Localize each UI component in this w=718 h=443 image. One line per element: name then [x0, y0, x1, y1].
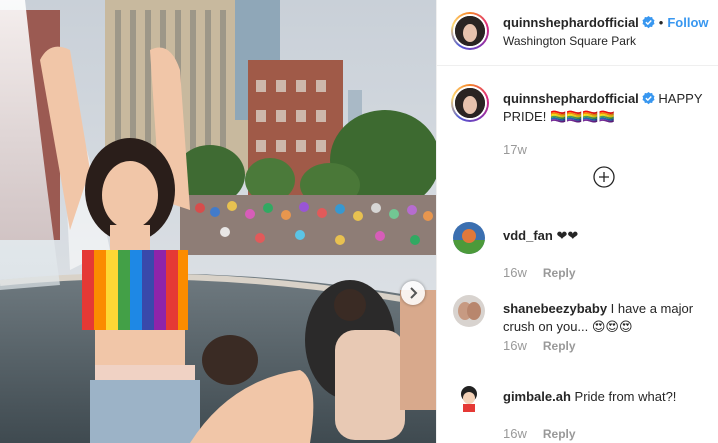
avatar-image-graphic — [453, 295, 485, 327]
follow-button[interactable]: Follow — [667, 15, 708, 30]
comment-text: Pride from what?! — [574, 389, 677, 404]
avatar-face-graphic — [455, 88, 485, 118]
comment-text-block: gimbale.ah Pride from what?! — [503, 388, 713, 406]
verified-badge-icon — [642, 16, 655, 29]
commenter-avatar[interactable] — [453, 295, 485, 327]
comment-timestamp[interactable]: 16w — [503, 426, 527, 441]
caption-username[interactable]: quinnshephardofficial — [503, 91, 639, 106]
caption-text-block: quinnshephardofficial HAPPY PRIDE! 🏳️‍🌈🏳… — [503, 90, 713, 126]
post-side-panel: quinnshephardofficial • Follow Washington … — [436, 0, 718, 443]
comment-meta: 16w Reply — [503, 337, 576, 355]
photo-illustration — [0, 0, 436, 443]
reply-button[interactable]: Reply — [543, 339, 576, 353]
comment-username[interactable]: vdd_fan — [503, 228, 553, 243]
post-header: quinnshephardofficial • Follow Washington … — [437, 0, 718, 66]
reply-button[interactable]: Reply — [543, 266, 576, 280]
reply-button[interactable]: Reply — [543, 427, 576, 441]
owner-avatar[interactable] — [451, 12, 489, 50]
instagram-post-modal: quinnshephardofficial • Follow Washington … — [0, 0, 718, 443]
carousel-next-button[interactable] — [401, 281, 425, 305]
header-separator: • — [658, 15, 664, 30]
verified-badge-icon — [642, 92, 655, 105]
commenter-avatar[interactable] — [453, 383, 485, 415]
post-photo[interactable] — [0, 0, 436, 443]
comment-item: vdd_fan ❤❤ 16w Reply — [451, 222, 711, 282]
comment-item: shanebeezybaby I have a major crush on y… — [451, 295, 711, 355]
comment-username[interactable]: gimbale.ah — [503, 389, 571, 404]
caption-timestamp[interactable]: 17w — [503, 142, 527, 157]
comment-text-block: shanebeezybaby I have a major crush on y… — [503, 300, 713, 336]
chevron-right-icon — [410, 287, 418, 299]
comment-text: ❤❤ — [556, 228, 579, 243]
commenter-avatar[interactable] — [453, 222, 485, 254]
caption-avatar[interactable] — [451, 84, 489, 122]
load-more-comments-button[interactable] — [593, 166, 615, 188]
comment-text-block: vdd_fan ❤❤ — [503, 227, 713, 245]
comment-timestamp[interactable]: 16w — [503, 265, 527, 280]
post-location[interactable]: Washington Square Park — [503, 34, 636, 48]
comment-meta: 16w Reply — [503, 425, 576, 443]
avatar-image-graphic — [453, 383, 485, 415]
comment-timestamp[interactable]: 16w — [503, 338, 527, 353]
comment-username[interactable]: shanebeezybaby — [503, 301, 607, 316]
avatar-image-graphic — [453, 222, 485, 254]
comment-item: gimbale.ah Pride from what?! 16w Reply — [451, 383, 711, 443]
owner-username[interactable]: quinnshephardofficial — [503, 15, 639, 30]
header-title-row: quinnshephardofficial • Follow — [503, 14, 709, 32]
plus-circle-icon — [593, 166, 615, 188]
avatar-face-graphic — [455, 16, 485, 46]
comment-meta: 16w Reply — [503, 264, 576, 282]
